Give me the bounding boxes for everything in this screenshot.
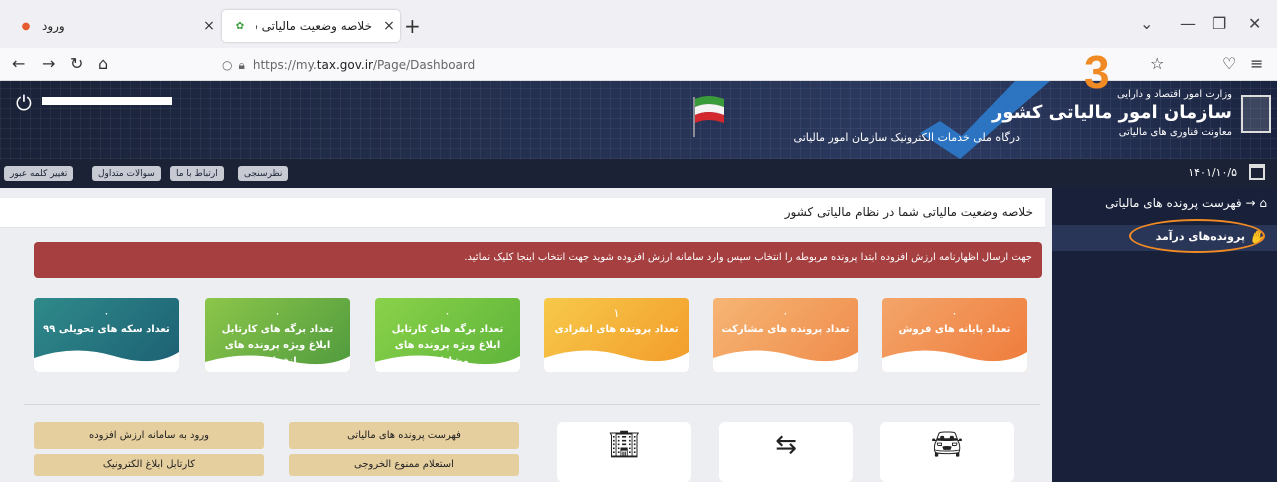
url-bar[interactable]: ○ 🔒︎ https://my. tax.gov.ir/Page/Dashboar… bbox=[222, 52, 1122, 78]
main-content: خلاصه وضعیت مالیاتی شما در نظام مالیاتی … bbox=[0, 188, 1052, 482]
car-alert-icon: 🚘︎ bbox=[930, 430, 964, 460]
stat-card-partnership-notices[interactable]: ۰ تعداد برگه های کارتابل ابلاغ ویژه پرون… bbox=[375, 298, 520, 372]
reload-icon[interactable]: ↻ bbox=[70, 54, 83, 73]
sidebar-title-text: فهرست پرونده های مالیاتی bbox=[1105, 196, 1242, 210]
vat-alert-banner[interactable]: جهت ارسال اظهارنامه ارزش افزوده ابتدا پر… bbox=[34, 242, 1042, 278]
shield-icon: ○ bbox=[222, 58, 233, 72]
logout-power-icon[interactable]: ⏻ bbox=[16, 91, 32, 115]
service-card-building[interactable]: 🏢︎ bbox=[557, 422, 691, 482]
stat-value: ۰ bbox=[103, 306, 110, 320]
forward-icon[interactable]: → bbox=[42, 54, 55, 73]
stat-label: تعداد پایانه های فروش bbox=[898, 324, 1011, 335]
tab-list-icon[interactable]: ⌄ bbox=[1140, 14, 1153, 33]
tab-title: خلاصه وضعیت مالیاتی شما در نظام مالیاتی bbox=[256, 19, 372, 33]
org-logo bbox=[1241, 95, 1271, 133]
portal-title: درگاه ملی خدمات الکترونیک سازمان امور ما… bbox=[793, 131, 1020, 144]
exit-ban-inquiry-link[interactable]: استعلام ممنوع الخروجی bbox=[289, 454, 519, 476]
lock-icon: 🔒︎ bbox=[238, 57, 245, 72]
section-divider bbox=[24, 404, 1040, 405]
annotation-highlight-ellipse bbox=[1129, 219, 1265, 253]
page-title: خلاصه وضعیت مالیاتی شما در نظام مالیاتی … bbox=[784, 205, 1033, 219]
tab-dashboard[interactable]: ✿ خلاصه وضعیت مالیاتی شما در نظام مالیات… bbox=[222, 10, 400, 42]
org-name: سازمان امور مالیاتی کشور bbox=[991, 102, 1232, 123]
service-card-vehicle-transfer[interactable]: ⇆ bbox=[719, 422, 853, 482]
stat-label: تعداد سکه های تحویلی ۹۹ bbox=[43, 324, 170, 335]
survey-button[interactable]: نظرسنجی bbox=[238, 166, 289, 181]
stat-value: ۰ bbox=[444, 306, 451, 320]
page-title-bar: خلاصه وضعیت مالیاتی شما در نظام مالیاتی … bbox=[0, 198, 1045, 228]
tab-login[interactable]: ● ورود × bbox=[8, 10, 220, 42]
menu-icon[interactable]: ≡ bbox=[1250, 54, 1263, 73]
ministry-name: وزارت امور اقتصاد و دارایی bbox=[1116, 89, 1232, 100]
stat-value: ۰ bbox=[782, 306, 789, 320]
stat-value: ۱ bbox=[613, 306, 620, 320]
close-tab-icon[interactable]: × bbox=[198, 18, 220, 34]
tab-title: ورود bbox=[42, 19, 65, 33]
service-card-vehicle[interactable]: 🚘︎ bbox=[880, 422, 1014, 482]
vat-system-link[interactable]: ورود به سامانه ارزش افزوده bbox=[34, 422, 264, 449]
building-icon: 🏢︎ bbox=[607, 430, 641, 460]
change-password-button[interactable]: تغییر کلمه عبور bbox=[4, 166, 74, 181]
car-transfer-icon: ⇆ bbox=[775, 430, 797, 460]
stat-card-individual-notices[interactable]: ۰ تعداد برگه های کارتابل ابلاغ ویژه پرون… bbox=[205, 298, 350, 372]
close-window-icon[interactable]: ✕ bbox=[1248, 14, 1261, 33]
deputy-name: معاونت فناوری های مالیاتی bbox=[1118, 127, 1232, 138]
current-date: ۱۴۰۱/۱۰/۵ bbox=[1188, 166, 1237, 179]
url-prefix: https://my. bbox=[252, 58, 317, 72]
browser-tab-bar: ● ورود × ✿ خلاصه وضعیت مالیاتی شما در نظ… bbox=[0, 0, 1277, 48]
pocket-icon[interactable]: ♡ bbox=[1222, 54, 1236, 73]
stat-card-coins[interactable]: ۰ تعداد سکه های تحویلی ۹۹ bbox=[34, 298, 179, 372]
annotation-step-number: 3 bbox=[1084, 46, 1110, 98]
stat-label: تعداد پرونده های مشارکت bbox=[721, 324, 850, 335]
stat-value: ۰ bbox=[951, 306, 958, 320]
stat-card-individual[interactable]: ۱ تعداد پرونده های انفرادی bbox=[544, 298, 689, 372]
stat-label: تعداد پرونده های انفرادی bbox=[554, 324, 679, 335]
home-icon: ⌂ → bbox=[1245, 196, 1268, 210]
new-tab-button[interactable]: + bbox=[404, 14, 421, 38]
bookmark-star-icon[interactable]: ☆ bbox=[1150, 54, 1164, 73]
site-logo-icon: ✿ bbox=[235, 20, 245, 32]
redacted-username bbox=[42, 97, 172, 105]
contact-button[interactable]: ارتباط با ما bbox=[170, 166, 224, 181]
firefox-icon: ● bbox=[21, 20, 31, 32]
url-domain: tax.gov.ir bbox=[316, 58, 373, 72]
close-tab-icon[interactable]: × bbox=[378, 18, 400, 34]
tax-files-list-link[interactable]: فهرست پرونده های مالیاتی bbox=[289, 422, 519, 449]
top-menu: نظرسنجی ارتباط با ما سوالات متداول تغییر… bbox=[0, 159, 1277, 188]
back-icon[interactable]: ← bbox=[12, 54, 25, 73]
calendar-icon bbox=[1249, 164, 1265, 180]
stat-value: ۰ bbox=[274, 306, 281, 320]
sidebar: ⌂ → فهرست پرونده های مالیاتی پرونده‌های … bbox=[1052, 188, 1277, 482]
sidebar-title[interactable]: ⌂ → فهرست پرونده های مالیاتی bbox=[1105, 196, 1267, 210]
e-notice-inbox-link[interactable]: کارتابل ابلاغ الکترونیک bbox=[34, 454, 264, 476]
maximize-icon[interactable]: ❐ bbox=[1212, 14, 1226, 33]
stat-card-partnership[interactable]: ۰ تعداد پرونده های مشارکت bbox=[713, 298, 858, 372]
stat-card-pos[interactable]: ۰ تعداد پایانه های فروش bbox=[882, 298, 1027, 372]
faq-button[interactable]: سوالات متداول bbox=[92, 166, 161, 181]
home-icon[interactable]: ⌂ bbox=[98, 54, 108, 73]
url-path: /Page/Dashboard bbox=[372, 58, 476, 72]
minimize-icon[interactable]: — bbox=[1180, 14, 1196, 33]
